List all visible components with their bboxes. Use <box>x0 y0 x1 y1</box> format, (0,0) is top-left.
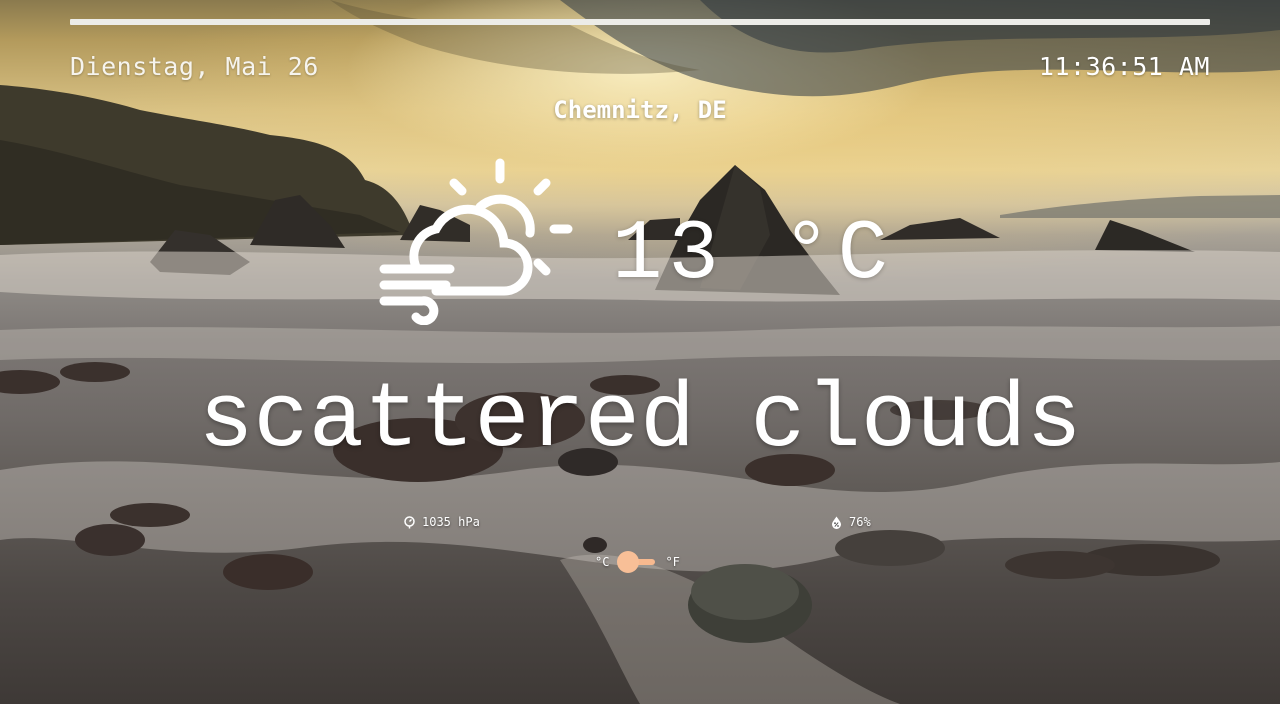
temperature-display: 13 °C <box>612 208 895 303</box>
humidity-drop-icon <box>832 516 841 529</box>
unit-toggle: °C °F <box>595 551 680 573</box>
unit-switch[interactable] <box>617 551 657 573</box>
celsius-label[interactable]: °C <box>595 555 609 569</box>
date-display: Dienstag, Mai 26 <box>70 52 319 81</box>
progress-line <box>70 19 1210 25</box>
clock-display: 11:36:51 AM <box>1038 52 1210 81</box>
barometer-icon <box>404 515 415 528</box>
fahrenheit-label[interactable]: °F <box>665 555 679 569</box>
weather-app: Dienstag, Mai 26 11:36:51 AM Chemnitz, D… <box>0 0 1280 704</box>
partly-cloudy-windy-icon <box>379 158 573 325</box>
switch-knob[interactable] <box>617 551 640 573</box>
humidity-value: 76% <box>849 515 871 529</box>
humidity-stat: 76% <box>830 515 871 529</box>
location-label: Chemnitz, DE <box>553 96 727 124</box>
pressure-stat: 1035 hPa <box>403 515 480 529</box>
pressure-value: 1035 hPa <box>422 515 480 529</box>
weather-description: scattered clouds <box>198 368 1082 473</box>
